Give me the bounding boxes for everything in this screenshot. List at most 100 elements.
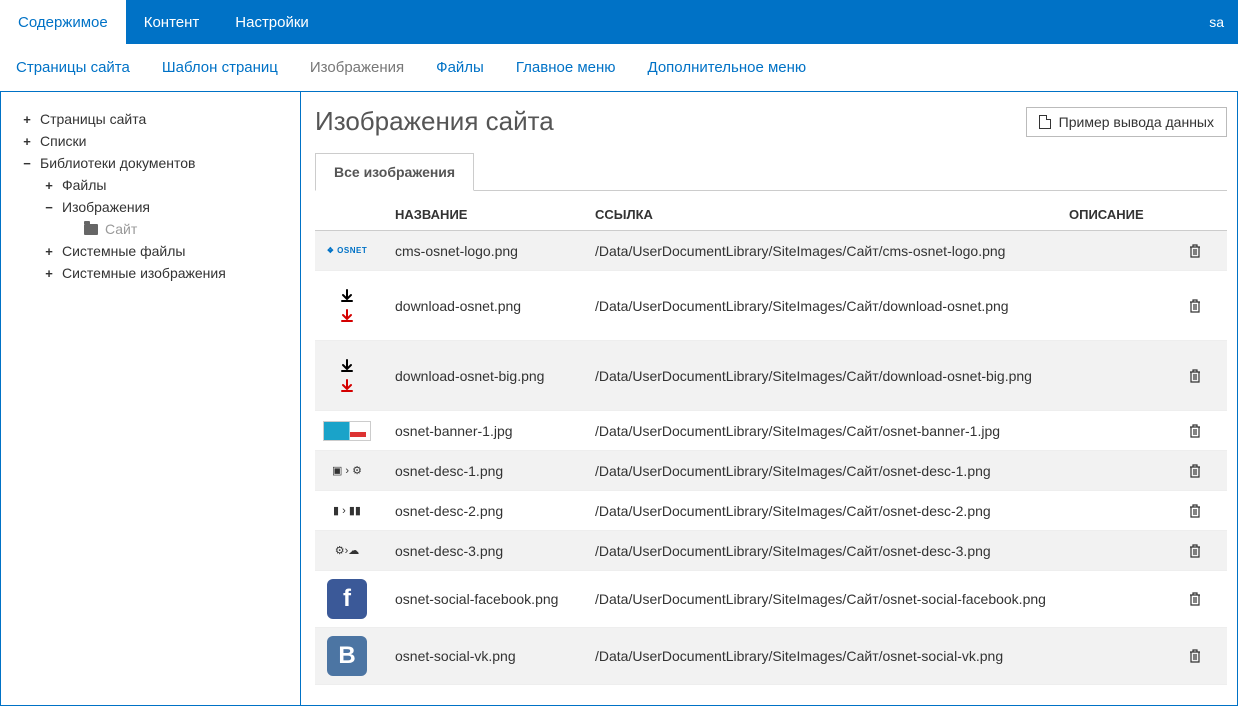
tree-label: Библиотеки документов [40, 155, 195, 171]
layout: +Страницы сайта+Списки−Библиотеки докуме… [0, 92, 1238, 706]
table-row[interactable]: download-osnet-big.png/Data/UserDocument… [315, 341, 1227, 411]
file-link: /Data/UserDocumentLibrary/SiteImages/Сай… [595, 591, 1069, 607]
thumbnail [323, 359, 371, 393]
file-name: osnet-desc-1.png [395, 463, 595, 479]
tree-node-6[interactable]: + Системные файлы [11, 242, 290, 260]
page-header: Изображения сайта Пример вывода данных [315, 106, 1227, 137]
example-output-label: Пример вывода данных [1059, 114, 1214, 130]
subnav-item-5[interactable]: Дополнительное меню [648, 59, 807, 76]
thumbnail: f [323, 579, 371, 619]
file-name: download-osnet.png [395, 298, 595, 314]
delete-icon[interactable] [1189, 592, 1219, 606]
collapse-icon[interactable]: − [21, 156, 33, 171]
file-name: download-osnet-big.png [395, 368, 595, 384]
thumbnail [323, 289, 371, 323]
delete-icon[interactable] [1189, 464, 1219, 478]
tree-node-0[interactable]: + Страницы сайта [11, 110, 290, 128]
delete-icon[interactable] [1189, 369, 1219, 383]
file-link: /Data/UserDocumentLibrary/SiteImages/Сай… [595, 463, 1069, 479]
delete-icon[interactable] [1189, 244, 1219, 258]
expand-icon[interactable]: + [43, 178, 55, 193]
file-link: /Data/UserDocumentLibrary/SiteImages/Сай… [595, 423, 1069, 439]
tree-label: Файлы [62, 177, 106, 193]
delete-icon[interactable] [1189, 504, 1219, 518]
thumbnail: ⚙›☁ [323, 542, 371, 560]
header-link[interactable]: ССЫЛКА [595, 207, 1069, 222]
tree-label: Сайт [105, 221, 137, 237]
current-user[interactable]: sa [1195, 0, 1238, 44]
table-row[interactable]: osnet-banner-1.jpg/Data/UserDocumentLibr… [315, 411, 1227, 451]
file-link: /Data/UserDocumentLibrary/SiteImages/Сай… [595, 368, 1069, 384]
thumbnail [323, 421, 371, 441]
table-row[interactable]: ▮ › ▮▮ osnet-desc-2.png/Data/UserDocument… [315, 491, 1227, 531]
header-name[interactable]: НАЗВАНИЕ [395, 207, 595, 222]
file-name: osnet-desc-3.png [395, 543, 595, 559]
tree-node-2[interactable]: −Библиотеки документов [11, 154, 290, 172]
table-row[interactable]: download-osnet.png/Data/UserDocumentLibr… [315, 271, 1227, 341]
header-desc[interactable]: ОПИСАНИЕ [1069, 207, 1189, 222]
delete-icon[interactable] [1189, 424, 1219, 438]
delete-icon[interactable] [1189, 544, 1219, 558]
tree-node-5[interactable]: Сайт [11, 220, 290, 238]
tree-label: Изображения [62, 199, 150, 215]
folder-icon [84, 224, 98, 235]
topbar-tab-2[interactable]: Настройки [217, 0, 327, 44]
topbar-tab-1[interactable]: Контент [126, 0, 218, 44]
sidebar: +Страницы сайта+Списки−Библиотеки докуме… [1, 92, 301, 705]
subnav-item-3[interactable]: Файлы [436, 59, 484, 76]
document-icon [1039, 115, 1051, 129]
file-name: osnet-banner-1.jpg [395, 423, 595, 439]
images-table: НАЗВАНИЕ ССЫЛКА ОПИСАНИЕ ❖ OSNET cms-osne… [315, 197, 1227, 685]
thumbnail: B [323, 636, 371, 676]
page-title: Изображения сайта [315, 106, 554, 137]
table-row[interactable]: ❖ OSNET cms-osnet-logo.png/Data/UserDocum… [315, 231, 1227, 271]
download-icon [340, 309, 354, 323]
tree-label: Списки [40, 133, 86, 149]
content-tabs: Все изображения [315, 153, 1227, 191]
file-name: osnet-desc-2.png [395, 503, 595, 519]
file-link: /Data/UserDocumentLibrary/SiteImages/Сай… [595, 543, 1069, 559]
expand-icon[interactable]: + [43, 244, 55, 259]
file-link: /Data/UserDocumentLibrary/SiteImages/Сай… [595, 648, 1069, 664]
tree-node-3[interactable]: + Файлы [11, 176, 290, 194]
table-header: НАЗВАНИЕ ССЫЛКА ОПИСАНИЕ [315, 197, 1227, 231]
expand-icon[interactable]: + [43, 266, 55, 281]
topbar-tab-0[interactable]: Содержимое [0, 0, 126, 44]
expand-icon[interactable]: + [21, 112, 33, 127]
file-name: osnet-social-vk.png [395, 648, 595, 664]
delete-icon[interactable] [1189, 299, 1219, 313]
download-icon [340, 289, 354, 303]
file-name: osnet-social-facebook.png [395, 591, 595, 607]
thumbnail: ▮ › ▮▮ [323, 502, 371, 520]
topbar: СодержимоеКонтентНастройки sa [0, 0, 1238, 44]
file-link: /Data/UserDocumentLibrary/SiteImages/Сай… [595, 503, 1069, 519]
subnav-item-2[interactable]: Изображения [310, 59, 404, 76]
file-link: /Data/UserDocumentLibrary/SiteImages/Сай… [595, 298, 1069, 314]
tree-node-4[interactable]: −Изображения [11, 198, 290, 216]
subnav-item-1[interactable]: Шаблон страниц [162, 59, 278, 76]
collapse-icon[interactable]: − [43, 200, 55, 215]
table-row[interactable]: f osnet-social-facebook.png/Data/UserDocu… [315, 571, 1227, 628]
file-name: cms-osnet-logo.png [395, 243, 595, 259]
main: Изображения сайта Пример вывода данных В… [301, 92, 1237, 705]
expand-icon[interactable]: + [21, 134, 33, 149]
subnav: Страницы сайта Шаблон страниц Изображения Ф… [0, 44, 1238, 92]
download-icon [340, 379, 354, 393]
table-row[interactable]: ⚙›☁ osnet-desc-3.png/Data/UserDocumentLib… [315, 531, 1227, 571]
example-output-button[interactable]: Пример вывода данных [1026, 107, 1227, 137]
tree-label: Системные изображения [62, 265, 226, 281]
table-row[interactable]: ▣ › ⚙ osnet-desc-1.png/Data/UserDocumentL… [315, 451, 1227, 491]
table-row[interactable]: Bosnet-social-vk.png/Data/UserDocumentLi… [315, 628, 1227, 685]
download-icon [340, 359, 354, 373]
tab-all-images[interactable]: Все изображения [315, 153, 474, 191]
thumbnail: ❖ OSNET [323, 242, 371, 260]
tree-label: Страницы сайта [40, 111, 146, 127]
tree-node-1[interactable]: + Списки [11, 132, 290, 150]
file-link: /Data/UserDocumentLibrary/SiteImages/Сай… [595, 243, 1069, 259]
thumbnail: ▣ › ⚙ [323, 462, 371, 480]
subnav-item-4[interactable]: Главное меню [516, 59, 616, 76]
delete-icon[interactable] [1189, 649, 1219, 663]
subnav-item-0[interactable]: Страницы сайта [16, 59, 130, 76]
tree-node-7[interactable]: + Системные изображения [11, 264, 290, 282]
tree-label: Системные файлы [62, 243, 185, 259]
